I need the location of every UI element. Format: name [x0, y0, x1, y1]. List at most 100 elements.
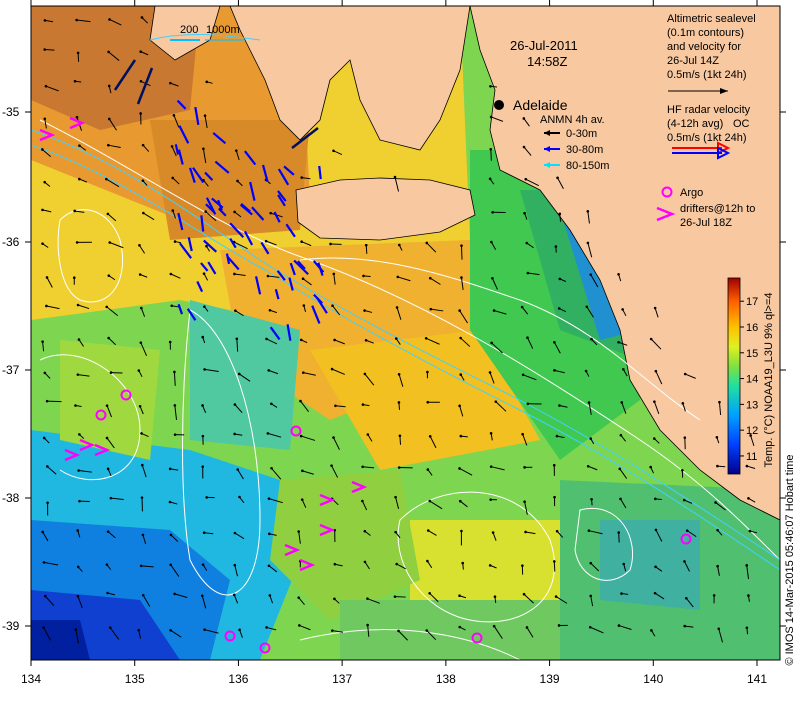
velocity-arrow-origin: [490, 241, 493, 244]
velocity-arrow-origin: [269, 212, 272, 215]
velocity-arrow-origin: [425, 242, 428, 245]
velocity-arrow-origin: [589, 626, 592, 629]
velocity-arrow-origin: [331, 304, 334, 307]
velocity-arrow-origin: [73, 210, 76, 213]
velocity-arrow-origin: [653, 400, 656, 403]
velocity-arrow-origin: [655, 370, 658, 373]
velocity-arrow-origin: [524, 531, 527, 534]
velocity-arrow-origin: [301, 498, 304, 501]
velocity-arrow-origin: [302, 277, 305, 280]
velocity-arrow-origin: [493, 309, 496, 312]
velocity-arrow-origin: [425, 337, 428, 340]
velocity-arrow-origin: [140, 80, 143, 83]
velocity-arrow-origin: [110, 497, 113, 500]
velocity-arrow-origin: [749, 530, 752, 533]
velocity-arrow-origin: [77, 52, 80, 55]
colorbar-tick-label: 16: [746, 322, 758, 334]
velocity-arrow-origin: [333, 339, 336, 342]
velocity-arrow-origin: [713, 594, 716, 597]
velocity-arrow-origin: [618, 624, 621, 627]
velocity-arrow-origin: [395, 337, 398, 340]
argo-line-2: 26-Jul 18Z: [680, 217, 732, 229]
velocity-arrow-origin: [489, 148, 492, 151]
velocity-arrow-origin: [684, 373, 687, 376]
velocity-arrow-origin: [491, 277, 494, 280]
velocity-arrow-origin: [233, 564, 236, 567]
velocity-arrow-origin: [458, 626, 461, 629]
y-tick-label: -37: [2, 363, 20, 377]
velocity-arrow-origin: [589, 595, 592, 598]
velocity-arrow-origin: [268, 533, 271, 536]
velocity-arrow-origin: [268, 564, 271, 567]
velocity-arrow-origin: [617, 273, 620, 276]
velocity-arrow-origin: [717, 627, 720, 630]
velocity-arrow-origin: [649, 466, 652, 469]
velocity-arrow-origin: [301, 470, 304, 473]
velocity-arrow-origin: [716, 565, 719, 568]
velocity-arrow-origin: [460, 435, 463, 438]
velocity-arrow-origin: [428, 500, 431, 503]
velocity-arrow-origin: [107, 530, 110, 533]
velocity-arrow-origin: [170, 304, 173, 307]
velocity-arrow-origin: [522, 373, 525, 376]
velocity-arrow-origin: [138, 244, 141, 247]
y-tick-label: -36: [2, 235, 20, 249]
velocity-arrow-origin: [140, 341, 143, 344]
velocity-arrow-origin: [489, 498, 492, 501]
velocity-arrow-origin: [78, 500, 81, 503]
velocity-arrow-origin: [523, 466, 526, 469]
colorbar-tick-label: 15: [746, 348, 758, 360]
velocity-arrow: [366, 245, 367, 254]
velocity-arrow-origin: [73, 276, 76, 279]
velocity-arrow-origin: [297, 530, 300, 533]
velocity-arrow-origin: [490, 116, 493, 119]
velocity-arrow-origin: [74, 404, 77, 407]
velocity-arrow-origin: [78, 433, 81, 436]
velocity-arrow-origin: [494, 400, 497, 403]
velocity-arrow-origin: [427, 468, 430, 471]
velocity-arrow-origin: [236, 337, 239, 340]
velocity-arrow-origin: [492, 531, 495, 534]
velocity-arrow-origin: [617, 531, 620, 534]
velocity-arrow-origin: [366, 597, 369, 600]
velocity-arrow-origin: [364, 530, 367, 533]
velocity-arrow-origin: [201, 465, 204, 468]
velocity-arrow-origin: [303, 304, 306, 307]
velocity-arrow-origin: [525, 242, 528, 245]
velocity-arrow-origin: [298, 624, 301, 627]
velocity-arrow-origin: [397, 630, 400, 633]
velocity-arrow-origin: [43, 437, 46, 440]
velocity-arrow-origin: [142, 594, 145, 597]
anmn-legend-title: ANMN 4h av.: [540, 114, 605, 126]
velocity-arrow-origin: [75, 19, 78, 22]
velocity-arrow-origin: [139, 405, 142, 408]
velocity-arrow-origin: [458, 467, 461, 470]
velocity-arrow-origin: [458, 594, 461, 597]
velocity-arrow-origin: [107, 144, 110, 147]
velocity-arrow-origin: [426, 401, 429, 404]
velocity-arrow-origin: [173, 371, 176, 374]
velocity-arrow-origin: [429, 277, 432, 280]
velocity-arrow-origin: [459, 373, 462, 376]
velocity-arrow-origin: [106, 404, 109, 407]
velocity-arrow-origin: [299, 400, 302, 403]
hf-suffix: OC: [733, 118, 750, 130]
velocity-arrow-origin: [426, 371, 429, 374]
velocity-arrow-origin: [553, 369, 556, 372]
velocity-arrow-origin: [526, 336, 529, 339]
velocity-arrow-origin: [394, 176, 397, 179]
velocity-arrow-origin: [398, 466, 401, 469]
velocity-arrow-origin: [489, 85, 492, 88]
velocity-arrow-origin: [684, 436, 687, 439]
colorbar-tick-label: 17: [746, 296, 758, 308]
velocity-arrow-origin: [366, 624, 369, 627]
velocity-arrow-origin: [203, 531, 206, 534]
velocity-arrow-origin: [109, 626, 112, 629]
velocity-arrow-origin: [396, 306, 399, 309]
y-tick-label: -39: [2, 619, 20, 633]
velocity-arrow-origin: [265, 626, 268, 629]
velocity-arrow-origin: [46, 276, 49, 279]
velocity-arrow-origin: [427, 529, 430, 532]
velocity-arrow-origin: [234, 403, 237, 406]
map-time: 14:58Z: [527, 54, 568, 69]
